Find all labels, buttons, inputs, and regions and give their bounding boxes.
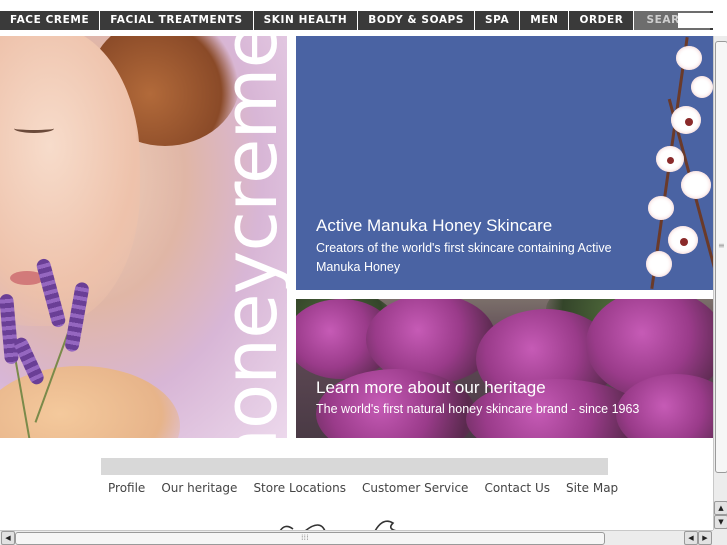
nav-skin-health[interactable]: SKIN HEALTH: [254, 11, 359, 30]
blossom: [676, 46, 702, 70]
scroll-left-icon[interactable]: ◀: [1, 531, 15, 545]
hero-image: honeycreme: [0, 36, 287, 438]
nav-order[interactable]: ORDER: [569, 11, 635, 30]
footer-link-profile[interactable]: Profile: [100, 480, 153, 496]
horizontal-scroll-thumb[interactable]: ⁞⁞⁞: [15, 532, 605, 545]
grip-icon: ⁞⁞⁞: [301, 533, 309, 542]
promo-heritage-panel[interactable]: Learn more about our heritage The world'…: [296, 299, 713, 438]
blossom: [681, 171, 711, 199]
vertical-scroll-thumb[interactable]: ≡: [715, 41, 727, 473]
footer-bar: [101, 458, 608, 475]
scroll-up-icon[interactable]: ▲: [714, 501, 727, 515]
nav-face-creme[interactable]: FACE CREME: [0, 11, 101, 30]
blossom-center: [667, 157, 674, 164]
blossom-center: [685, 118, 693, 126]
signature-logo: [279, 520, 398, 531]
blossom-center: [680, 238, 688, 246]
scroll-left-icon[interactable]: ◀: [684, 531, 698, 545]
footer-link-site-map[interactable]: Site Map: [558, 480, 626, 496]
blossom: [691, 76, 713, 98]
nav-body-soaps[interactable]: BODY & SOAPS: [358, 11, 476, 30]
scroll-down-icon[interactable]: ▼: [714, 515, 727, 529]
promo-heritage-subtitle: The world's first natural honey skincare…: [316, 402, 640, 416]
blossom: [648, 196, 674, 220]
promo-manuka-panel[interactable]: Active Manuka Honey Skincare Creators of…: [296, 36, 713, 290]
footer-links: Profile Our heritage Store Locations Cus…: [100, 480, 626, 496]
nav-spa[interactable]: SPA: [475, 11, 521, 30]
promo-manuka-subtitle: Creators of the world's first skincare c…: [316, 241, 612, 274]
footer-link-customer-service[interactable]: Customer Service: [354, 480, 476, 496]
hero-eye: [14, 124, 54, 133]
nav-men[interactable]: MEN: [520, 11, 570, 30]
scrollbar-corner: [713, 530, 727, 545]
search-input[interactable]: [678, 13, 713, 28]
horizontal-scrollbar[interactable]: ◀ ⁞⁞⁞ ◀ ▶: [0, 530, 713, 545]
promo-heritage-title: Learn more about our heritage: [316, 378, 546, 397]
nav-facial-treatments[interactable]: FACIAL TREATMENTS: [100, 11, 254, 30]
footer-link-store-locations[interactable]: Store Locations: [245, 480, 354, 496]
footer-link-heritage[interactable]: Our heritage: [153, 480, 245, 496]
footer-link-contact-us[interactable]: Contact Us: [476, 480, 558, 496]
top-nav: FACE CREME FACIAL TREATMENTS SKIN HEALTH…: [0, 11, 713, 30]
scroll-right-icon[interactable]: ▶: [698, 531, 712, 545]
promo-manuka-title: Active Manuka Honey Skincare: [316, 216, 553, 235]
brand-vertical-word: honeycreme: [208, 36, 287, 438]
grip-icon: ≡: [718, 241, 725, 250]
blossom: [646, 251, 672, 277]
vertical-scrollbar[interactable]: ≡ ▲ ▼: [713, 36, 727, 530]
